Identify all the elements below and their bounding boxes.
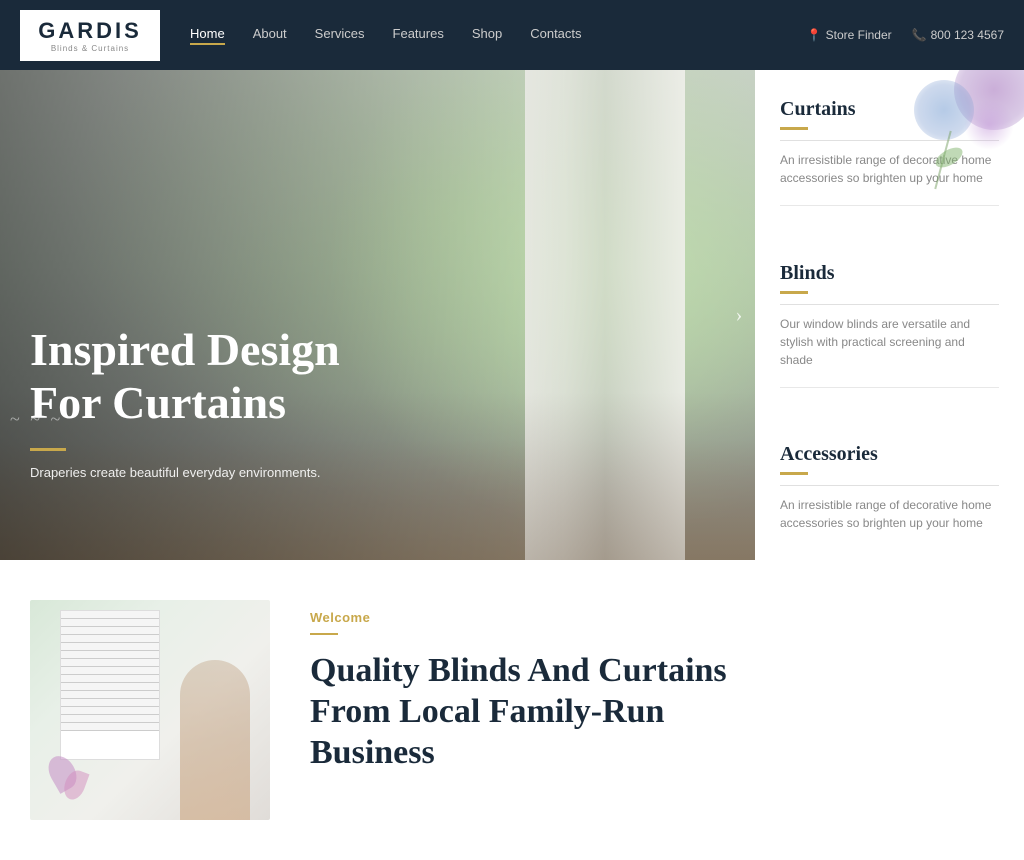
hero-subtitle: Draperies create beautiful everyday envi… <box>30 465 340 480</box>
store-finder[interactable]: 📍 Store Finder <box>807 28 892 42</box>
welcome-underline <box>310 633 338 635</box>
curtains-underline <box>780 127 808 130</box>
phone-number[interactable]: 📞 800 123 4567 <box>912 28 1004 42</box>
store-finder-label: Store Finder <box>826 28 892 42</box>
bottom-image <box>30 600 270 820</box>
nav-shop[interactable]: Shop <box>472 26 502 45</box>
nav-right: 📍 Store Finder 📞 800 123 4567 <box>807 28 1004 42</box>
welcome-title-line2: From Local Family-Run <box>310 693 664 730</box>
curtains-divider <box>780 140 999 141</box>
bottom-section: Welcome Quality Blinds And Curtains From… <box>0 560 1024 860</box>
nav-contacts[interactable]: Contacts <box>530 26 581 45</box>
hero-title-underline <box>30 448 66 451</box>
curtains-title: Curtains <box>780 98 999 121</box>
phone-text: 800 123 4567 <box>931 28 1004 42</box>
hero-content: Inspired Design For Curtains Draperies c… <box>30 324 340 480</box>
category-curtains: Curtains An irresistible range of decora… <box>780 80 999 206</box>
welcome-title: Quality Blinds And Curtains From Local F… <box>310 651 994 773</box>
hero-title: Inspired Design For Curtains <box>30 324 340 430</box>
blinds-underline <box>780 291 808 294</box>
nav-links: Home About Services Features Shop Contac… <box>190 26 807 45</box>
logo[interactable]: GARDIS Blinds & Curtains <box>20 10 160 61</box>
welcome-title-line3: Business <box>310 734 435 771</box>
blinds-divider <box>780 304 999 305</box>
bottom-text: Welcome Quality Blinds And Curtains From… <box>310 600 994 773</box>
blinds-text: Our window blinds are versatile and styl… <box>780 315 999 369</box>
phone-icon: 📞 <box>912 28 927 42</box>
accessories-text: An irresistible range of decorative home… <box>780 496 999 532</box>
navbar: GARDIS Blinds & Curtains Home About Serv… <box>0 0 1024 70</box>
brand-name: GARDIS <box>38 18 142 44</box>
welcome-title-line1: Quality Blinds And Curtains <box>310 652 727 689</box>
curtains-text: An irresistible range of decorative home… <box>780 151 999 187</box>
slider-next-arrow[interactable]: › <box>723 299 755 331</box>
nav-services[interactable]: Services <box>315 26 365 45</box>
nav-home[interactable]: Home <box>190 26 225 45</box>
hero-section: ~ ~ ~ Inspired Design For Curtains Drape… <box>0 70 1024 560</box>
location-icon: 📍 <box>807 28 822 42</box>
accessories-underline <box>780 472 808 475</box>
category-accessories: Accessories An irresistible range of dec… <box>780 425 999 550</box>
nav-about[interactable]: About <box>253 26 287 45</box>
accessories-title: Accessories <box>780 443 999 466</box>
category-blinds: Blinds Our window blinds are versatile a… <box>780 244 999 388</box>
welcome-label: Welcome <box>310 610 994 625</box>
nav-features[interactable]: Features <box>393 26 444 45</box>
hero-image: ~ ~ ~ Inspired Design For Curtains Drape… <box>0 70 755 560</box>
blinds-title: Blinds <box>780 262 999 285</box>
brand-subtitle: Blinds & Curtains <box>51 44 129 53</box>
person-silhouette <box>180 660 250 820</box>
hero-sidebar: Curtains An irresistible range of decora… <box>755 70 1024 560</box>
accessories-divider <box>780 485 999 486</box>
